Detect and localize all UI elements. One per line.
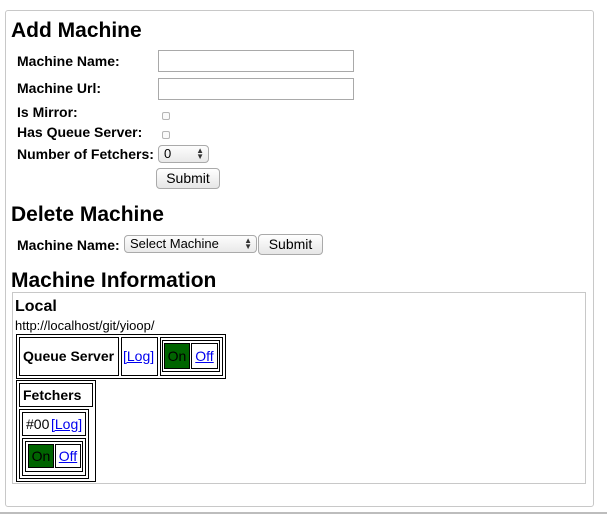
- machine-name-input[interactable]: [158, 50, 354, 72]
- fetcher-on-button[interactable]: On: [28, 444, 54, 468]
- has-queue-server-label: Has Queue Server:: [17, 124, 143, 140]
- machine-name-label: Machine Name:: [17, 53, 120, 69]
- queue-server-on-label: On: [167, 348, 187, 364]
- fetchers-label: Fetchers: [23, 387, 82, 403]
- machine-information-heading: Machine Information: [11, 269, 217, 292]
- fetcher-log-link[interactable]: [Log]: [51, 416, 82, 432]
- delete-machine-select-value: Select Machine: [130, 236, 219, 251]
- queue-server-log-link[interactable]: [Log]: [123, 348, 154, 364]
- bottom-divider: [0, 512, 607, 514]
- fetcher-off-button[interactable]: Off: [55, 444, 81, 468]
- queue-server-off-button[interactable]: Off: [191, 343, 218, 369]
- delete-machine-select[interactable]: Select Machine ▲ ▼: [124, 235, 257, 253]
- fetcher-id: #00: [26, 416, 50, 432]
- is-mirror-label: Is Mirror:: [17, 104, 78, 120]
- machine-url-input[interactable]: [158, 78, 354, 100]
- queue-server-on-button[interactable]: On: [164, 343, 190, 369]
- machine-name: Local: [15, 298, 57, 315]
- machine-url-label: Machine Url:: [17, 80, 102, 96]
- fetcher-off-link[interactable]: Off: [59, 448, 77, 464]
- add-machine-submit-button[interactable]: Submit: [156, 168, 220, 189]
- machine-url: http://localhost/git/yioop/: [15, 318, 155, 333]
- queue-server-label: Queue Server: [23, 348, 115, 364]
- delete-machine-heading: Delete Machine: [11, 203, 164, 226]
- select-arrows-icon: ▲ ▼: [196, 146, 204, 161]
- queue-server-off-link[interactable]: Off: [195, 348, 213, 364]
- number-of-fetchers-label: Number of Fetchers:: [17, 146, 154, 162]
- fetcher-on-label: On: [31, 448, 51, 464]
- number-of-fetchers-value: 0: [164, 146, 172, 161]
- delete-machine-submit-button[interactable]: Submit: [258, 234, 323, 255]
- has-queue-server-checkbox[interactable]: [162, 131, 170, 139]
- is-mirror-checkbox[interactable]: [162, 112, 170, 120]
- delete-machine-name-label: Machine Name:: [17, 237, 120, 253]
- select-arrows-icon: ▲ ▼: [244, 236, 252, 251]
- add-machine-heading: Add Machine: [11, 19, 142, 42]
- number-of-fetchers-select[interactable]: 0 ▲ ▼: [158, 145, 209, 163]
